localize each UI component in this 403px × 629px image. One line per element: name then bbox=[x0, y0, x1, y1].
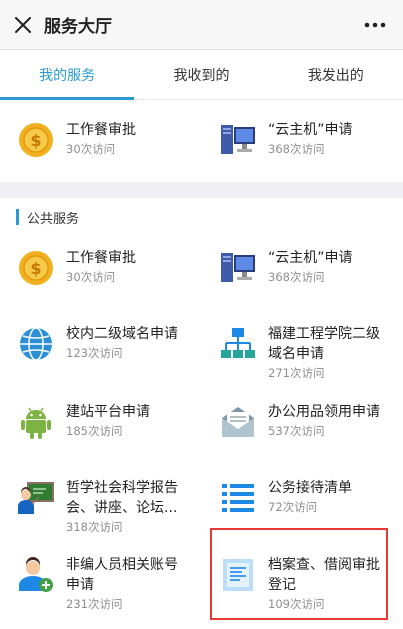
service-name: “云主机”申请 bbox=[268, 250, 353, 266]
service-name: 校内二级域名申请 bbox=[66, 326, 178, 342]
visit-count: 318次访问 bbox=[66, 520, 123, 534]
service-name: 工作餐审批 bbox=[66, 122, 136, 138]
top-bar: 服务大厅 bbox=[0, 0, 403, 50]
android-icon bbox=[18, 404, 54, 440]
my-services-card: $ 工作餐审批 30次访问 “云主机”申请 368次访问 bbox=[0, 100, 403, 182]
service-name: 建站平台申请 bbox=[66, 404, 150, 420]
service-item-lecture-report[interactable]: 哲学社会科学报告 会、讲座、论坛... 318次访问 bbox=[18, 478, 178, 535]
coin-icon: $ bbox=[18, 250, 54, 286]
computer-icon bbox=[220, 250, 256, 286]
service-item-cloud-host[interactable]: “云主机”申请 368次访问 bbox=[220, 248, 353, 286]
lecture-icon bbox=[18, 480, 54, 516]
service-item-meal[interactable]: $ 工作餐审批 30次访问 bbox=[18, 120, 136, 158]
network-icon bbox=[220, 326, 256, 362]
service-item-archive-borrow[interactable]: 档案查、借阅审批 登记 109次访问 bbox=[220, 555, 380, 612]
service-name-line2: 登记 bbox=[268, 577, 296, 593]
globe-icon bbox=[18, 326, 54, 362]
service-name: 哲学社会科学报告 bbox=[66, 480, 178, 496]
service-name: 公务接待清单 bbox=[268, 480, 352, 496]
service-item-meal[interactable]: $ 工作餐审批 30次访问 bbox=[18, 248, 136, 286]
tab-received[interactable]: 我收到的 bbox=[134, 50, 268, 99]
visit-count: 231次访问 bbox=[66, 597, 123, 611]
service-name: 档案查、借阅审批 bbox=[268, 557, 380, 573]
more-dots-icon[interactable] bbox=[363, 15, 387, 35]
tab-my-services[interactable]: 我的服务 bbox=[0, 50, 135, 100]
public-services-card: 公共服务 $ 工作餐审批 30次访问 “云主机”申请 368次访问 校内二级域名申请… bbox=[0, 198, 403, 629]
user-add-icon bbox=[18, 557, 54, 593]
service-item-domain[interactable]: 校内二级域名申请 123次访问 bbox=[18, 324, 178, 362]
visit-count: 368次访问 bbox=[268, 142, 325, 156]
service-name: 福建工程学院二级 bbox=[268, 326, 380, 342]
list-icon bbox=[220, 480, 256, 516]
service-name-line2: 会、讲座、论坛... bbox=[66, 500, 178, 516]
service-name: “云主机”申请 bbox=[268, 122, 353, 138]
computer-icon bbox=[220, 122, 256, 158]
visit-count: 537次访问 bbox=[268, 424, 325, 438]
visit-count: 271次访问 bbox=[268, 366, 325, 380]
document-icon bbox=[220, 557, 256, 593]
tab-bar: 我的服务 我收到的 我发出的 bbox=[0, 50, 403, 100]
service-name-line2: 域名申请 bbox=[268, 346, 324, 362]
visit-count: 123次访问 bbox=[66, 346, 123, 360]
tab-label: 我发出的 bbox=[307, 67, 364, 84]
service-name: 非编人员相关账号 bbox=[66, 557, 178, 573]
coin-icon: $ bbox=[18, 122, 54, 158]
tab-label: 我收到的 bbox=[173, 67, 230, 84]
service-item-staff-account[interactable]: 非编人员相关账号 申请 231次访问 bbox=[18, 555, 178, 612]
visit-count: 109次访问 bbox=[268, 597, 325, 611]
visit-count: 72次访问 bbox=[268, 500, 318, 514]
visit-count: 30次访问 bbox=[66, 142, 116, 156]
visit-count: 30次访问 bbox=[66, 270, 116, 284]
visit-count: 368次访问 bbox=[268, 270, 325, 284]
tab-sent[interactable]: 我发出的 bbox=[269, 50, 403, 99]
section-header: 公共服务 bbox=[16, 208, 80, 227]
visit-count: 185次访问 bbox=[66, 424, 123, 438]
section-accent-bar bbox=[16, 209, 19, 225]
service-name: 工作餐审批 bbox=[66, 250, 136, 266]
service-item-reception-list[interactable]: 公务接待清单 72次访问 bbox=[220, 478, 352, 516]
tab-label: 我的服务 bbox=[39, 67, 96, 84]
service-name-line2: 申请 bbox=[66, 577, 94, 593]
page-title: 服务大厅 bbox=[44, 17, 112, 37]
service-item-site-platform[interactable]: 建站平台申请 185次访问 bbox=[18, 402, 150, 440]
service-item-office-supplies[interactable]: 办公用品领用申请 537次访问 bbox=[220, 402, 380, 440]
section-title: 公共服务 bbox=[27, 211, 80, 227]
service-item-fjut-domain[interactable]: 福建工程学院二级 域名申请 271次访问 bbox=[220, 324, 380, 381]
service-item-cloud-host[interactable]: “云主机”申请 368次访问 bbox=[220, 120, 353, 158]
mail-icon bbox=[220, 404, 256, 440]
svg-text:$: $ bbox=[30, 259, 41, 278]
svg-text:$: $ bbox=[30, 131, 41, 150]
service-name: 办公用品领用申请 bbox=[268, 404, 380, 420]
close-icon[interactable] bbox=[12, 14, 34, 36]
